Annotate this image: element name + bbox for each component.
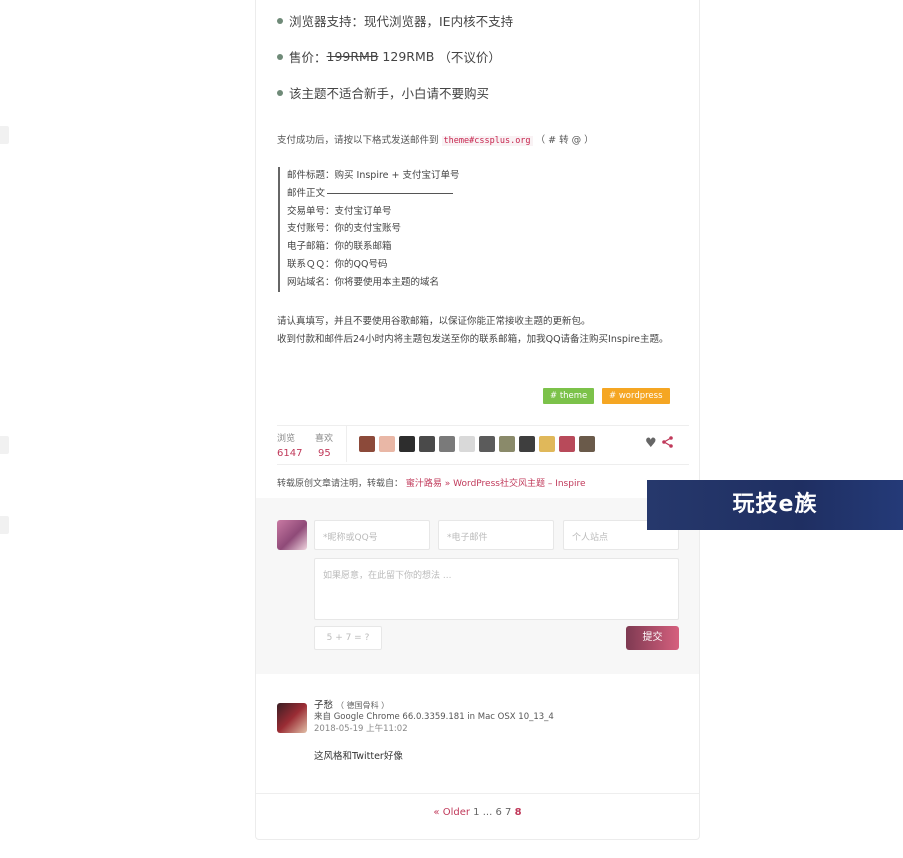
liker-avatars: [359, 436, 599, 452]
heart-icon[interactable]: ♥: [645, 436, 657, 451]
feature-warning: 该主题不适合新手，小白请不要购买: [277, 83, 489, 102]
views-label: 浏览: [277, 434, 296, 444]
liker-avatar[interactable]: [579, 436, 595, 452]
side-marker: [0, 436, 9, 454]
divider-rule: [327, 192, 454, 194]
template-line: 邮件正文: [287, 185, 460, 203]
comment-time: 2018-05-19 上午11:02: [314, 724, 408, 734]
likes-count: 95: [318, 448, 331, 459]
post-card: 浏览器支持：现代浏览器，IE内核不支持 售价： 199RMB 129RMB （不…: [255, 0, 700, 840]
template-line: 邮件标题：购买 Inspire + 支付宝订单号: [287, 170, 460, 181]
liker-avatar[interactable]: [519, 436, 535, 452]
template-line: 网站域名：你将要使用本主题的域名: [287, 276, 440, 288]
liker-avatar[interactable]: [399, 436, 415, 452]
template-line: 交易单号：支付宝订单号: [287, 205, 392, 217]
comment-body: 这风格和Twitter好像: [314, 751, 403, 762]
template-line: 联系ＱＱ：你的QQ号码: [287, 258, 388, 270]
bullet-icon: [277, 53, 283, 60]
side-marker: [0, 516, 9, 534]
comment-form: *昵称或QQ号 *电子邮件 个人站点 如果愿意，在此留下你的想法 ... 5 +…: [256, 498, 699, 674]
tag-theme[interactable]: # theme: [543, 388, 595, 404]
page-1[interactable]: 1: [473, 807, 479, 818]
comment-meta: 来自 Google Chrome 66.0.3359.181 in Mac OS…: [314, 712, 554, 722]
page-7[interactable]: 7: [505, 807, 511, 818]
template-line: 电子邮箱：你的联系邮箱: [287, 241, 392, 253]
old-price: 199RMB: [326, 49, 379, 64]
liker-avatar[interactable]: [479, 436, 495, 452]
feature-price: 售价： 199RMB 129RMB （不议价）: [277, 47, 501, 66]
liker-avatar[interactable]: [559, 436, 575, 452]
views-count: 6147: [277, 448, 303, 459]
name-input[interactable]: *昵称或QQ号: [314, 520, 430, 550]
author-note: （ 德国骨科 ）: [336, 701, 390, 710]
new-price: 129RMB: [382, 49, 435, 64]
liker-avatar[interactable]: [359, 436, 375, 452]
payment-note: 收到付款和邮件后24小时内将主题包发送至你的联系邮箱，加我QQ请备注购买Insp…: [277, 334, 669, 345]
comment-author: 子愁 （ 德国骨科 ）: [314, 700, 390, 711]
commenter-avatar: [277, 703, 307, 733]
older-link[interactable]: « Older: [433, 807, 470, 818]
liker-avatar[interactable]: [539, 436, 555, 452]
pagination: « Older 1 ... 6 7 8: [433, 807, 522, 818]
page-6[interactable]: 6: [495, 807, 501, 818]
template-line: 支付账号：你的支付宝账号: [287, 223, 402, 235]
bullet-icon: [277, 89, 283, 96]
liker-avatar[interactable]: [379, 436, 395, 452]
submit-button[interactable]: 提交: [626, 626, 679, 650]
tag-wordpress[interactable]: # wordpress: [602, 388, 670, 404]
likes-label: 喜欢: [315, 434, 334, 444]
price-note: （不议价）: [438, 50, 501, 65]
post-link[interactable]: WordPress社交风主题 – Inspire: [453, 479, 585, 489]
stats-divider: [346, 426, 347, 462]
share-icon[interactable]: [662, 436, 673, 452]
captcha-input[interactable]: 5 + 7 = ?: [314, 626, 382, 650]
payment-note: 请认真填写，并且不要使用谷歌邮箱，以保证你能正常接收主题的更新包。: [277, 316, 591, 327]
repost-notice: 转载原创文章请注明，转载自： 蜜汁路易 » WordPress社交风主题 – I…: [277, 479, 586, 489]
side-marker: [0, 126, 9, 144]
feature-browser: 浏览器支持：现代浏览器，IE内核不支持: [277, 11, 513, 30]
liker-avatar[interactable]: [419, 436, 435, 452]
liker-avatar[interactable]: [459, 436, 475, 452]
post-stats: 浏览 6147 喜欢 95 ♥: [277, 425, 689, 465]
comment-textarea[interactable]: 如果愿意，在此留下你的想法 ...: [314, 558, 679, 620]
liker-avatar[interactable]: [439, 436, 455, 452]
page-current: 8: [514, 807, 522, 818]
email-template-block: 邮件标题：购买 Inspire + 支付宝订单号 邮件正文 交易单号：支付宝订单…: [278, 167, 460, 292]
site-link[interactable]: 蜜汁路易: [406, 479, 442, 489]
watermark-logo: 玩技e族: [647, 480, 903, 530]
liker-avatar[interactable]: [499, 436, 515, 452]
bullet-icon: [277, 17, 283, 24]
payment-email: theme#cssplus.org: [441, 136, 533, 146]
avatar: [277, 520, 307, 550]
payment-intro: 支付成功后，请按以下格式发送邮件到 theme#cssplus.org （ # …: [277, 135, 594, 146]
divider: [256, 793, 699, 794]
email-input[interactable]: *电子邮件: [438, 520, 554, 550]
